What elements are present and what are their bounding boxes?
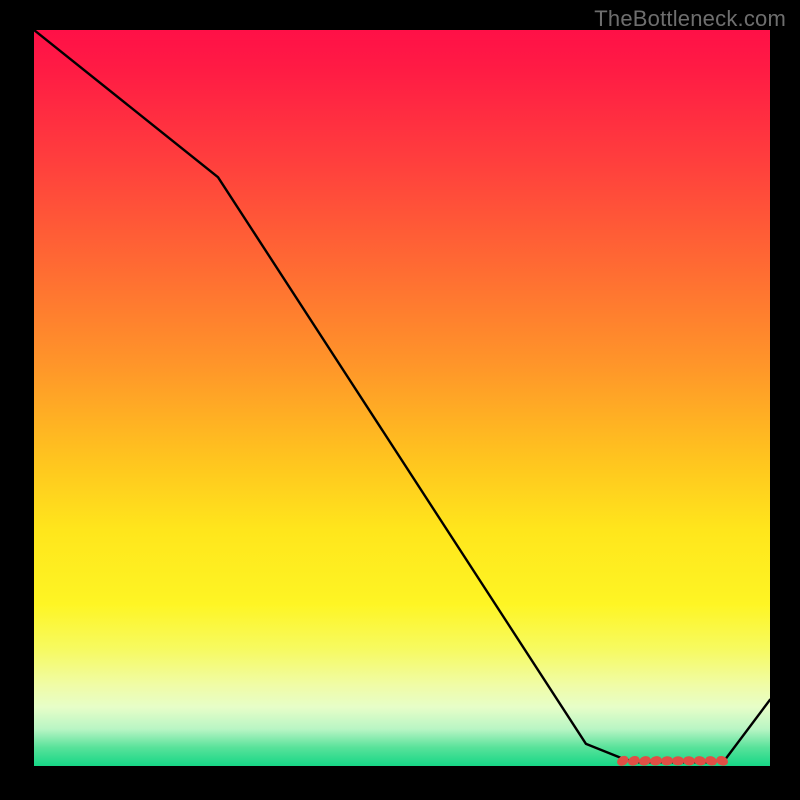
marker-dot (672, 756, 684, 765)
chart-frame: TheBottleneck.com (0, 0, 800, 800)
watermark-label: TheBottleneck.com (594, 6, 786, 32)
marker-dot (683, 756, 696, 766)
marker-dot (649, 755, 663, 766)
marker-group (615, 754, 729, 766)
chart-svg (34, 30, 770, 766)
bottleneck-curve (34, 30, 770, 762)
marker-dot (661, 756, 674, 766)
plot-area (34, 30, 770, 766)
marker-dot (704, 755, 718, 766)
marker-dot (638, 755, 652, 766)
marker-dot (693, 755, 707, 766)
marker-dot (626, 754, 641, 766)
